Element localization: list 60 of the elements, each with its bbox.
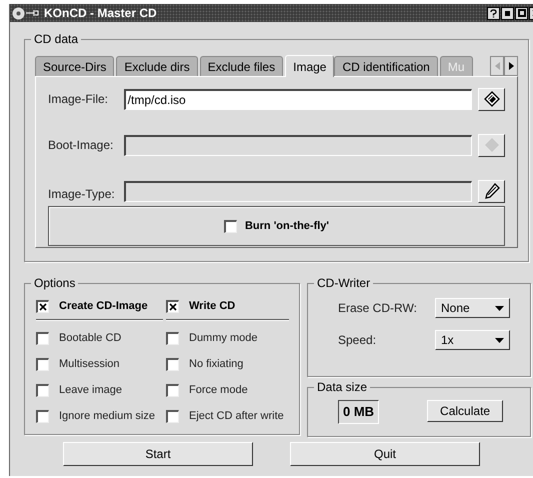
dialog-button[interactable]: Start: [63, 442, 253, 466]
dropdown[interactable]: None: [435, 298, 510, 318]
checkbox[interactable]: [36, 332, 49, 344]
diamond-icon: [484, 137, 500, 153]
pencil-icon: [484, 183, 500, 199]
minimize-icon: [505, 10, 510, 16]
checkbox[interactable]: [166, 384, 179, 396]
field-label: Image-Type:: [48, 186, 116, 203]
dropdown[interactable]: 1x: [435, 330, 510, 350]
browse-button[interactable]: [478, 134, 505, 156]
checkbox-label: Multisession: [59, 356, 120, 372]
checkbox[interactable]: [166, 358, 179, 370]
checkbox-label: Burn 'on-the-fly': [244, 218, 330, 234]
checkbox-label: Force mode: [189, 382, 248, 398]
window-title: KOnCD - Master CD: [44, 5, 157, 22]
question-icon: [490, 8, 497, 18]
checkbox[interactable]: [36, 300, 49, 313]
checkbox-label: Ignore medium size: [59, 408, 155, 424]
checkbox[interactable]: [166, 410, 179, 422]
browse-button[interactable]: [478, 180, 505, 202]
maximize-button[interactable]: [515, 6, 528, 20]
checkbox[interactable]: [224, 220, 237, 232]
tab[interactable]: Exclude files: [200, 56, 284, 76]
maximize-icon: [518, 9, 526, 17]
checkbox-label: Leave image: [59, 382, 122, 398]
checkbox[interactable]: [166, 300, 179, 313]
eraser-icon: [484, 91, 500, 107]
tab-scroll-right-button[interactable]: [504, 56, 518, 76]
browse-button[interactable]: [478, 88, 505, 110]
checkbox[interactable]: [36, 358, 49, 370]
checkbox-label: Eject CD after write: [189, 408, 284, 424]
right-arrow-icon: [508, 62, 514, 70]
checkbox-label: No fixiating: [189, 356, 244, 372]
left-arrow-icon: [494, 62, 500, 70]
field-label: Image-File:: [48, 91, 110, 108]
caret-icon: [495, 338, 504, 342]
tab[interactable]: Exclude dirs: [116, 56, 198, 76]
checkbox-label: Bootable CD: [59, 330, 122, 346]
pin-icon: [26, 9, 40, 17]
checkbox[interactable]: [36, 384, 49, 396]
checkbox[interactable]: [36, 410, 49, 422]
field-label: Boot-Image:: [48, 137, 114, 154]
checkbox-label: Dummy mode: [189, 330, 258, 346]
field-label: Erase CD-RW:: [338, 300, 418, 317]
field-label: Speed:: [338, 332, 378, 349]
caret-icon: [495, 306, 504, 310]
tab[interactable]: Image: [285, 55, 334, 77]
help-button[interactable]: [487, 6, 500, 20]
data-size-value: 0 MB: [338, 400, 380, 424]
checkbox[interactable]: [166, 332, 179, 344]
tab[interactable]: Source-Dirs: [35, 56, 114, 76]
text-field[interactable]: /tmp/cd.iso: [124, 88, 472, 110]
group-title: Options: [31, 275, 78, 291]
checkbox-label: Create CD-Image: [59, 299, 148, 314]
minimize-button[interactable]: [501, 6, 514, 20]
tab[interactable]: CD identification: [334, 56, 438, 76]
cd-icon: [12, 6, 25, 20]
dialog-button[interactable]: Quit: [290, 442, 480, 466]
calculate-button[interactable]: Calculate: [427, 400, 504, 422]
checkbox-label: Write CD: [189, 299, 236, 314]
